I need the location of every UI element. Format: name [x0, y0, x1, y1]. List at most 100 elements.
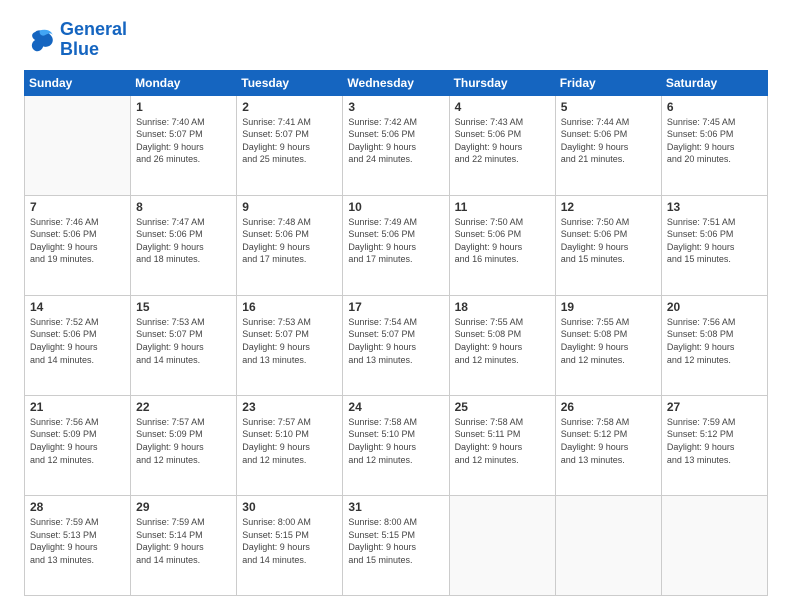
day-info: Sunrise: 8:00 AM Sunset: 5:15 PM Dayligh…	[242, 516, 337, 566]
calendar-cell: 16Sunrise: 7:53 AM Sunset: 5:07 PM Dayli…	[237, 295, 343, 395]
day-number: 6	[667, 100, 762, 114]
calendar-cell: 19Sunrise: 7:55 AM Sunset: 5:08 PM Dayli…	[555, 295, 661, 395]
day-info: Sunrise: 7:56 AM Sunset: 5:09 PM Dayligh…	[30, 416, 125, 466]
calendar-cell: 3 Sunrise: 7:42 AM Sunset: 5:06 PM Daylig…	[343, 95, 449, 195]
day-number: 26	[561, 400, 656, 414]
day-number: 9	[242, 200, 337, 214]
day-number: 25	[455, 400, 550, 414]
calendar-cell: 20 Sunrise: 7:56 AM Sunset: 5:08 PM Dayli…	[661, 295, 767, 395]
weekday-header-thursday: Thursday	[449, 70, 555, 95]
day-number: 3	[348, 100, 443, 114]
week-row-5: 28 Sunrise: 7:59 AM Sunset: 5:13 PM Dayli…	[25, 495, 768, 595]
calendar-cell: 14Sunrise: 7:52 AM Sunset: 5:06 PM Dayli…	[25, 295, 131, 395]
day-info: Sunrise: 7:44 AM Sunset: 5:06 PM Dayligh…	[561, 116, 656, 166]
weekday-header-tuesday: Tuesday	[237, 70, 343, 95]
calendar-cell: 4 Sunrise: 7:43 AM Sunset: 5:06 PM Daylig…	[449, 95, 555, 195]
day-info: Sunrise: 7:57 AM Sunset: 5:09 PM Dayligh…	[136, 416, 231, 466]
day-info: Sunrise: 7:58 AM Sunset: 5:11 PM Dayligh…	[455, 416, 550, 466]
week-row-4: 21 Sunrise: 7:56 AM Sunset: 5:09 PM Dayli…	[25, 395, 768, 495]
day-info: Sunrise: 7:42 AM Sunset: 5:06 PM Dayligh…	[348, 116, 443, 166]
day-info: Sunrise: 7:51 AM Sunset: 5:06 PM Dayligh…	[667, 216, 762, 266]
day-number: 8	[136, 200, 231, 214]
calendar-cell: 13 Sunrise: 7:51 AM Sunset: 5:06 PM Dayli…	[661, 195, 767, 295]
calendar-cell: 1Sunrise: 7:40 AM Sunset: 5:07 PM Daylig…	[131, 95, 237, 195]
calendar-cell: 2 Sunrise: 7:41 AM Sunset: 5:07 PM Daylig…	[237, 95, 343, 195]
day-number: 29	[136, 500, 231, 514]
day-number: 12	[561, 200, 656, 214]
day-number: 17	[348, 300, 443, 314]
calendar-cell: 9 Sunrise: 7:48 AM Sunset: 5:06 PM Daylig…	[237, 195, 343, 295]
logo: General Blue	[24, 20, 127, 60]
day-info: Sunrise: 7:41 AM Sunset: 5:07 PM Dayligh…	[242, 116, 337, 166]
calendar-cell: 10 Sunrise: 7:49 AM Sunset: 5:06 PM Dayli…	[343, 195, 449, 295]
day-number: 22	[136, 400, 231, 414]
logo-text: General Blue	[60, 20, 127, 60]
calendar-table: SundayMondayTuesdayWednesdayThursdayFrid…	[24, 70, 768, 596]
day-number: 20	[667, 300, 762, 314]
calendar-cell: 30 Sunrise: 8:00 AM Sunset: 5:15 PM Dayli…	[237, 495, 343, 595]
day-info: Sunrise: 8:00 AM Sunset: 5:15 PM Dayligh…	[348, 516, 443, 566]
calendar-cell: 6 Sunrise: 7:45 AM Sunset: 5:06 PM Daylig…	[661, 95, 767, 195]
day-info: Sunrise: 7:59 AM Sunset: 5:14 PM Dayligh…	[136, 516, 231, 566]
day-number: 27	[667, 400, 762, 414]
day-number: 23	[242, 400, 337, 414]
day-number: 31	[348, 500, 443, 514]
day-number: 11	[455, 200, 550, 214]
day-info: Sunrise: 7:55 AM Sunset: 5:08 PM Dayligh…	[455, 316, 550, 366]
weekday-header-wednesday: Wednesday	[343, 70, 449, 95]
calendar-cell: 31 Sunrise: 8:00 AM Sunset: 5:15 PM Dayli…	[343, 495, 449, 595]
calendar-cell	[449, 495, 555, 595]
day-info: Sunrise: 7:59 AM Sunset: 5:12 PM Dayligh…	[667, 416, 762, 466]
day-number: 4	[455, 100, 550, 114]
day-info: Sunrise: 7:43 AM Sunset: 5:06 PM Dayligh…	[455, 116, 550, 166]
calendar-cell: 25 Sunrise: 7:58 AM Sunset: 5:11 PM Dayli…	[449, 395, 555, 495]
day-info: Sunrise: 7:58 AM Sunset: 5:10 PM Dayligh…	[348, 416, 443, 466]
calendar-cell: 18 Sunrise: 7:55 AM Sunset: 5:08 PM Dayli…	[449, 295, 555, 395]
day-info: Sunrise: 7:58 AM Sunset: 5:12 PM Dayligh…	[561, 416, 656, 466]
day-number: 15	[136, 300, 231, 314]
weekday-header-row: SundayMondayTuesdayWednesdayThursdayFrid…	[25, 70, 768, 95]
weekday-header-friday: Friday	[555, 70, 661, 95]
weekday-header-saturday: Saturday	[661, 70, 767, 95]
calendar-cell: 11 Sunrise: 7:50 AM Sunset: 5:06 PM Dayli…	[449, 195, 555, 295]
day-info: Sunrise: 7:47 AM Sunset: 5:06 PM Dayligh…	[136, 216, 231, 266]
day-number: 28	[30, 500, 125, 514]
day-number: 21	[30, 400, 125, 414]
day-number: 10	[348, 200, 443, 214]
calendar-cell: 24 Sunrise: 7:58 AM Sunset: 5:10 PM Dayli…	[343, 395, 449, 495]
calendar-cell: 12 Sunrise: 7:50 AM Sunset: 5:06 PM Dayli…	[555, 195, 661, 295]
day-info: Sunrise: 7:49 AM Sunset: 5:06 PM Dayligh…	[348, 216, 443, 266]
day-info: Sunrise: 7:53 AM Sunset: 5:07 PM Dayligh…	[242, 316, 337, 366]
calendar-cell: 7 Sunrise: 7:46 AM Sunset: 5:06 PM Daylig…	[25, 195, 131, 295]
day-info: Sunrise: 7:46 AM Sunset: 5:06 PM Dayligh…	[30, 216, 125, 266]
week-row-3: 14Sunrise: 7:52 AM Sunset: 5:06 PM Dayli…	[25, 295, 768, 395]
calendar-cell	[555, 495, 661, 595]
day-number: 7	[30, 200, 125, 214]
calendar-cell: 8 Sunrise: 7:47 AM Sunset: 5:06 PM Daylig…	[131, 195, 237, 295]
logo-icon	[24, 24, 56, 56]
day-number: 2	[242, 100, 337, 114]
page: General Blue SundayMondayTuesdayWednesda…	[0, 0, 792, 612]
calendar-cell	[25, 95, 131, 195]
calendar-cell: 28 Sunrise: 7:59 AM Sunset: 5:13 PM Dayli…	[25, 495, 131, 595]
calendar-cell: 23Sunrise: 7:57 AM Sunset: 5:10 PM Dayli…	[237, 395, 343, 495]
day-info: Sunrise: 7:40 AM Sunset: 5:07 PM Dayligh…	[136, 116, 231, 166]
calendar-cell: 29 Sunrise: 7:59 AM Sunset: 5:14 PM Dayli…	[131, 495, 237, 595]
day-info: Sunrise: 7:56 AM Sunset: 5:08 PM Dayligh…	[667, 316, 762, 366]
calendar-cell: 15 Sunrise: 7:53 AM Sunset: 5:07 PM Dayli…	[131, 295, 237, 395]
calendar-cell: 27 Sunrise: 7:59 AM Sunset: 5:12 PM Dayli…	[661, 395, 767, 495]
day-info: Sunrise: 7:48 AM Sunset: 5:06 PM Dayligh…	[242, 216, 337, 266]
day-info: Sunrise: 7:53 AM Sunset: 5:07 PM Dayligh…	[136, 316, 231, 366]
calendar-cell: 26 Sunrise: 7:58 AM Sunset: 5:12 PM Dayli…	[555, 395, 661, 495]
day-number: 18	[455, 300, 550, 314]
day-info: Sunrise: 7:50 AM Sunset: 5:06 PM Dayligh…	[455, 216, 550, 266]
day-info: Sunrise: 7:59 AM Sunset: 5:13 PM Dayligh…	[30, 516, 125, 566]
day-number: 5	[561, 100, 656, 114]
weekday-header-sunday: Sunday	[25, 70, 131, 95]
day-info: Sunrise: 7:45 AM Sunset: 5:06 PM Dayligh…	[667, 116, 762, 166]
day-number: 13	[667, 200, 762, 214]
day-info: Sunrise: 7:50 AM Sunset: 5:06 PM Dayligh…	[561, 216, 656, 266]
day-number: 30	[242, 500, 337, 514]
day-number: 24	[348, 400, 443, 414]
day-number: 19	[561, 300, 656, 314]
